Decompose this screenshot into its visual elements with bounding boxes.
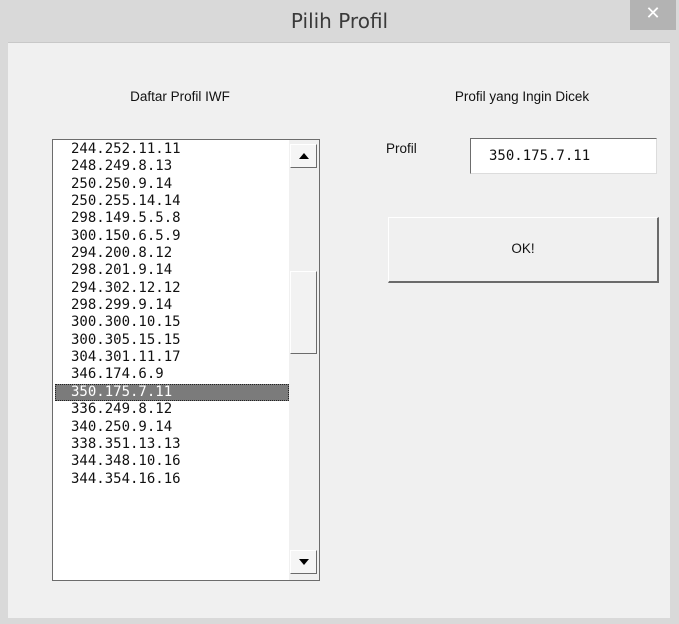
scroll-down-button[interactable] xyxy=(290,550,317,574)
arrow-up-icon xyxy=(299,153,309,159)
list-item[interactable]: 298.201.9.14 xyxy=(53,262,289,279)
list-item[interactable]: 300.150.6.5.9 xyxy=(53,228,289,245)
profil-list: 244.252.11.11 248.249.8.13 250.250.9.14 250… xyxy=(53,141,289,488)
list-item[interactable]: 338.351.13.13 xyxy=(53,436,289,453)
list-item[interactable]: 346.174.6.9 xyxy=(53,366,289,383)
window-title: Pilih Profil xyxy=(290,9,389,33)
scroll-up-button[interactable] xyxy=(290,144,317,168)
ok-button[interactable]: OK! xyxy=(388,217,659,283)
scroll-thumb[interactable] xyxy=(290,271,317,354)
profil-listbox[interactable]: 244.252.11.11 248.249.8.13 250.250.9.14 250… xyxy=(52,139,320,581)
list-item[interactable]: 344.354.16.16 xyxy=(53,471,289,488)
close-icon: ✕ xyxy=(645,3,661,24)
list-item[interactable]: 300.305.15.15 xyxy=(53,332,289,349)
list-item[interactable]: 250.255.14.14 xyxy=(53,193,289,210)
list-item[interactable]: 250.250.9.14 xyxy=(53,176,289,193)
title-bar[interactable]: Pilih Profil ✕ xyxy=(0,0,679,42)
listbox-scrollbar[interactable] xyxy=(289,140,319,580)
arrow-down-icon xyxy=(299,559,309,565)
list-item[interactable]: 294.200.8.12 xyxy=(53,245,289,262)
list-item[interactable]: 336.249.8.12 xyxy=(53,401,289,418)
list-item[interactable]: 304.301.11.17 xyxy=(53,349,289,366)
profil-dicek-label: Profil yang Ingin Dicek xyxy=(454,89,590,104)
dialog-client-area: Daftar Profil IWF Profil yang Ingin Dice… xyxy=(8,42,670,618)
profil-input[interactable]: 350.175.7.11 xyxy=(470,138,657,174)
list-item[interactable]: 244.252.11.11 xyxy=(53,141,289,158)
list-item[interactable]: 298.299.9.14 xyxy=(53,297,289,314)
daftar-profil-label: Daftar Profil IWF xyxy=(130,89,230,104)
list-item[interactable]: 340.250.9.14 xyxy=(53,419,289,436)
list-item[interactable]: 350.175.7.11 xyxy=(55,383,289,402)
list-item[interactable]: 298.149.5.5.8 xyxy=(53,210,289,227)
list-item[interactable]: 344.348.10.16 xyxy=(53,453,289,470)
list-item[interactable]: 294.302.12.12 xyxy=(53,280,289,297)
close-button[interactable]: ✕ xyxy=(630,0,676,30)
pilih-profil-dialog: Pilih Profil ✕ Daftar Profil IWF Profil … xyxy=(0,0,679,624)
list-item[interactable]: 248.249.8.13 xyxy=(53,158,289,175)
list-item[interactable]: 300.300.10.15 xyxy=(53,314,289,331)
profil-field-label: Profil xyxy=(386,141,417,156)
